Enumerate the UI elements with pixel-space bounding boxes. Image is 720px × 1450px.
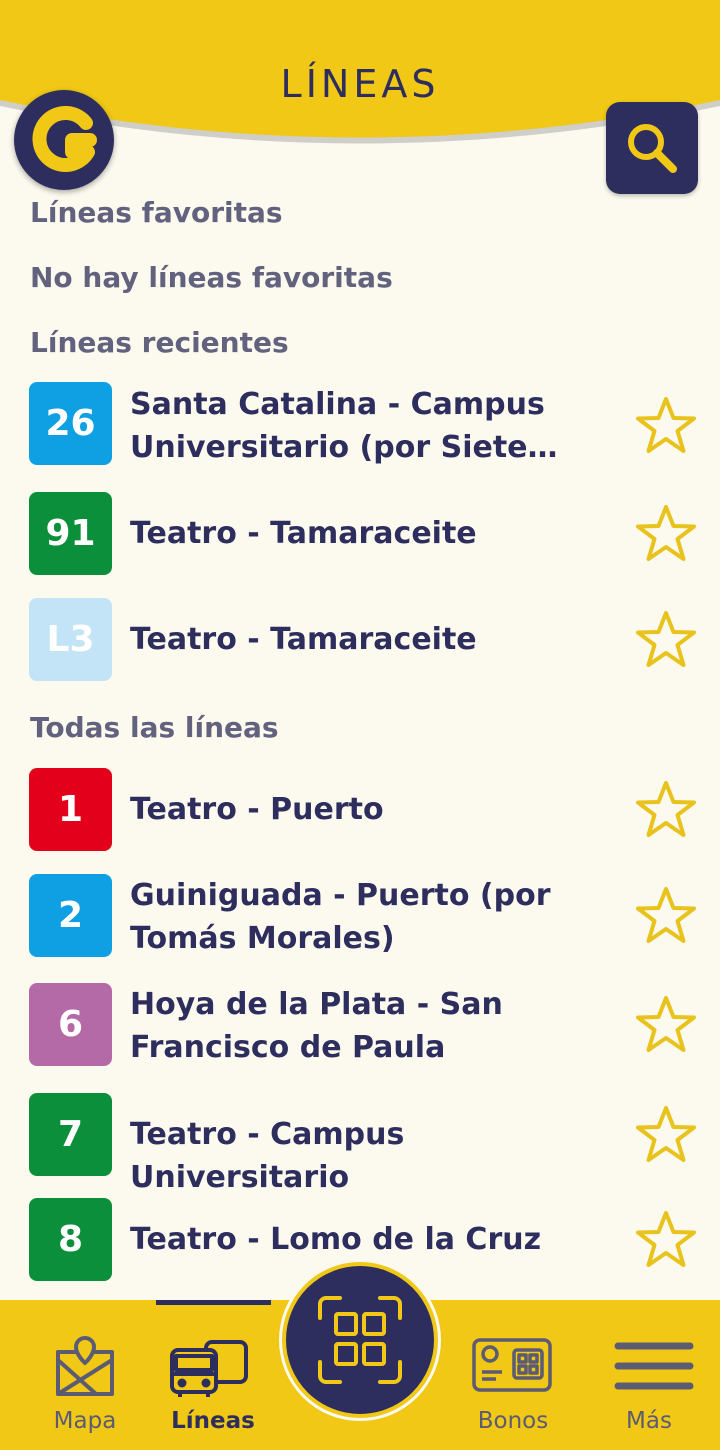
nav-lines-label: Líneas xyxy=(171,1408,255,1434)
nav-bonos[interactable]: Bonos xyxy=(458,1300,568,1450)
qr-scan-button[interactable] xyxy=(282,1262,438,1418)
line-row[interactable]: 2 Guiniguada - Puerto (por Tomás Morales… xyxy=(0,872,720,962)
line-badge: 91 xyxy=(29,492,112,575)
nav-more-label: Más xyxy=(626,1408,672,1434)
line-row[interactable]: 7 Teatro - Campus Universitario xyxy=(0,1091,720,1195)
favorite-star-icon[interactable] xyxy=(634,778,698,842)
nav-more[interactable]: Más xyxy=(594,1300,704,1450)
favorites-empty-text: No hay líneas favoritas xyxy=(30,261,393,294)
ticket-card-icon xyxy=(472,1338,552,1392)
guaguas-logo-icon xyxy=(32,106,97,172)
search-icon xyxy=(628,124,677,173)
favorite-star-icon[interactable] xyxy=(634,1103,698,1167)
line-badge: 26 xyxy=(29,382,112,465)
line-name: Hoya de la Plata - San Francisco de Paul… xyxy=(130,987,503,1065)
line-name: Guiniguada - Puerto (por Tomás Morales) xyxy=(130,878,551,956)
favorites-title: Líneas favoritas xyxy=(30,196,283,229)
favorite-star-icon[interactable] xyxy=(634,608,698,672)
search-button[interactable] xyxy=(606,102,698,194)
favorite-star-icon[interactable] xyxy=(634,1208,698,1272)
line-row[interactable]: 26 Santa Catalina - Campus Universitario… xyxy=(0,380,720,470)
all-lines-title: Todas las líneas xyxy=(30,711,279,744)
line-name: Teatro - Campus Universitario xyxy=(130,1117,405,1195)
line-badge: 7 xyxy=(29,1093,112,1176)
favorite-star-icon[interactable] xyxy=(634,502,698,566)
active-tab-indicator xyxy=(156,1300,271,1305)
line-name: Teatro - Lomo de la Cruz xyxy=(130,1222,542,1257)
line-name: Teatro - Tamaraceite xyxy=(130,622,477,657)
line-row[interactable]: 6 Hoya de la Plata - San Francisco de Pa… xyxy=(0,981,720,1071)
line-badge: L3 xyxy=(29,598,112,681)
recent-title: Líneas recientes xyxy=(30,326,289,359)
app-logo[interactable] xyxy=(14,90,114,190)
favorite-star-icon[interactable] xyxy=(634,884,698,948)
nav-map[interactable]: Mapa xyxy=(30,1300,140,1450)
line-badge: 2 xyxy=(29,874,112,957)
line-row[interactable]: L3 Teatro - Tamaraceite xyxy=(0,596,720,686)
line-row[interactable]: 91 Teatro - Tamaraceite xyxy=(0,490,720,580)
nav-lines[interactable]: Líneas xyxy=(158,1300,268,1450)
line-badge: 6 xyxy=(29,983,112,1066)
favorite-star-icon[interactable] xyxy=(634,993,698,1057)
map-icon xyxy=(56,1336,114,1396)
nav-bonos-label: Bonos xyxy=(477,1408,549,1434)
line-badge: 1 xyxy=(29,768,112,851)
menu-icon xyxy=(614,1342,694,1390)
line-name: Teatro - Puerto xyxy=(130,792,384,827)
favorite-star-icon[interactable] xyxy=(634,394,698,458)
line-name: Teatro - Tamaraceite xyxy=(130,516,477,551)
qr-scan-icon xyxy=(318,1296,402,1384)
nav-map-label: Mapa xyxy=(53,1408,117,1434)
line-row[interactable]: 1 Teatro - Puerto xyxy=(0,766,720,856)
line-name: Santa Catalina - Campus Universitario (p… xyxy=(130,387,545,465)
bus-icon xyxy=(170,1340,248,1397)
line-badge: 8 xyxy=(29,1198,112,1281)
